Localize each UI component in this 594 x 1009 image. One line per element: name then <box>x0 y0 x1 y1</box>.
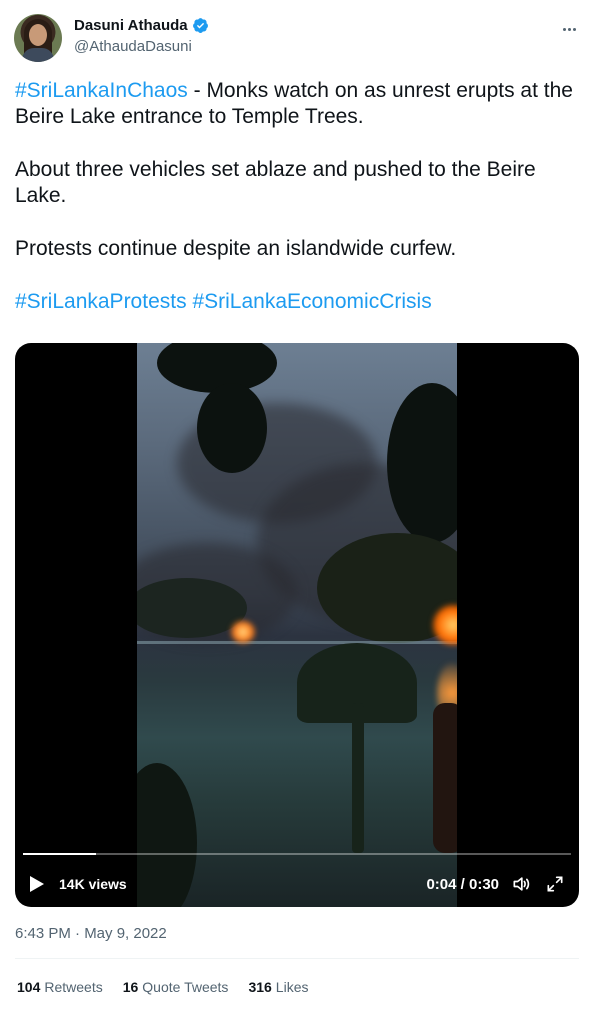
tweet-timestamp[interactable]: 6:43 PM · May 9, 2022 <box>15 925 167 942</box>
tweet-text: #SriLankaInChaos - Monks watch on as unr… <box>15 78 575 315</box>
person-silhouette <box>433 703 457 853</box>
avatar[interactable] <box>14 14 62 62</box>
play-icon[interactable] <box>29 875 45 893</box>
volume-icon[interactable] <box>511 874 531 894</box>
video-player[interactable]: 14K views 0:04 / 0:30 <box>15 343 579 907</box>
lake-shoreline <box>137 641 457 644</box>
more-options-icon[interactable] <box>558 18 580 40</box>
verified-badge-icon <box>192 18 208 33</box>
tree-foliage <box>157 343 277 393</box>
fullscreen-icon[interactable] <box>545 874 565 894</box>
view-count: 14K views <box>59 876 127 892</box>
retweets-label: Retweets <box>44 979 103 995</box>
dot-icon <box>567 27 571 31</box>
quote-tweets-count: 16 <box>122 979 139 995</box>
video-frame[interactable] <box>137 343 457 907</box>
dot-icon <box>572 27 576 31</box>
tweet-hashtags: #SriLankaProtests #SriLankaEconomicCrisi… <box>15 289 575 315</box>
fire-glow <box>231 621 255 643</box>
user-info: Dasuni Athauda @AthaudaDasuni <box>74 17 209 55</box>
retweets-stat[interactable]: 104 Retweets <box>17 979 103 995</box>
video-time: 0:04 / 0:30 <box>426 876 499 893</box>
avatar-body <box>22 48 54 62</box>
quote-tweets-label: Quote Tweets <box>142 979 229 995</box>
divider <box>15 958 579 959</box>
hashtag-link[interactable]: #SriLankaEconomicCrisis <box>192 290 431 313</box>
likes-count: 316 <box>248 979 272 995</box>
engagement-stats: 104 Retweets 16 Quote Tweets 316 Likes <box>17 979 308 995</box>
retweets-count: 104 <box>17 979 41 995</box>
likes-label: Likes <box>275 979 309 995</box>
display-name[interactable]: Dasuni Athauda <box>74 17 188 34</box>
video-controls: 14K views 0:04 / 0:30 <box>15 843 579 907</box>
name-row: Dasuni Athauda <box>74 17 209 34</box>
tree-foliage <box>197 383 267 473</box>
palm-tree <box>352 703 364 853</box>
progress-fill <box>23 853 96 855</box>
dot-icon <box>562 27 566 31</box>
avatar-face <box>29 24 47 46</box>
hashtag-link[interactable]: #SriLankaInChaos <box>15 79 188 102</box>
hashtag-link[interactable]: #SriLankaProtests <box>15 290 187 313</box>
tweet-header: Dasuni Athauda @AthaudaDasuni <box>14 12 580 64</box>
progress-bar[interactable] <box>23 853 571 855</box>
tweet-paragraph-2: About three vehicles set ablaze and push… <box>15 158 536 207</box>
user-handle[interactable]: @AthaudaDasuni <box>74 38 209 55</box>
quote-tweets-stat[interactable]: 16 Quote Tweets <box>123 979 229 995</box>
likes-stat[interactable]: 316 Likes <box>248 979 308 995</box>
tweet-paragraph-1: #SriLankaInChaos - Monks watch on as unr… <box>15 78 575 130</box>
tweet-paragraph-3: Protests continue despite an islandwide … <box>15 237 457 260</box>
